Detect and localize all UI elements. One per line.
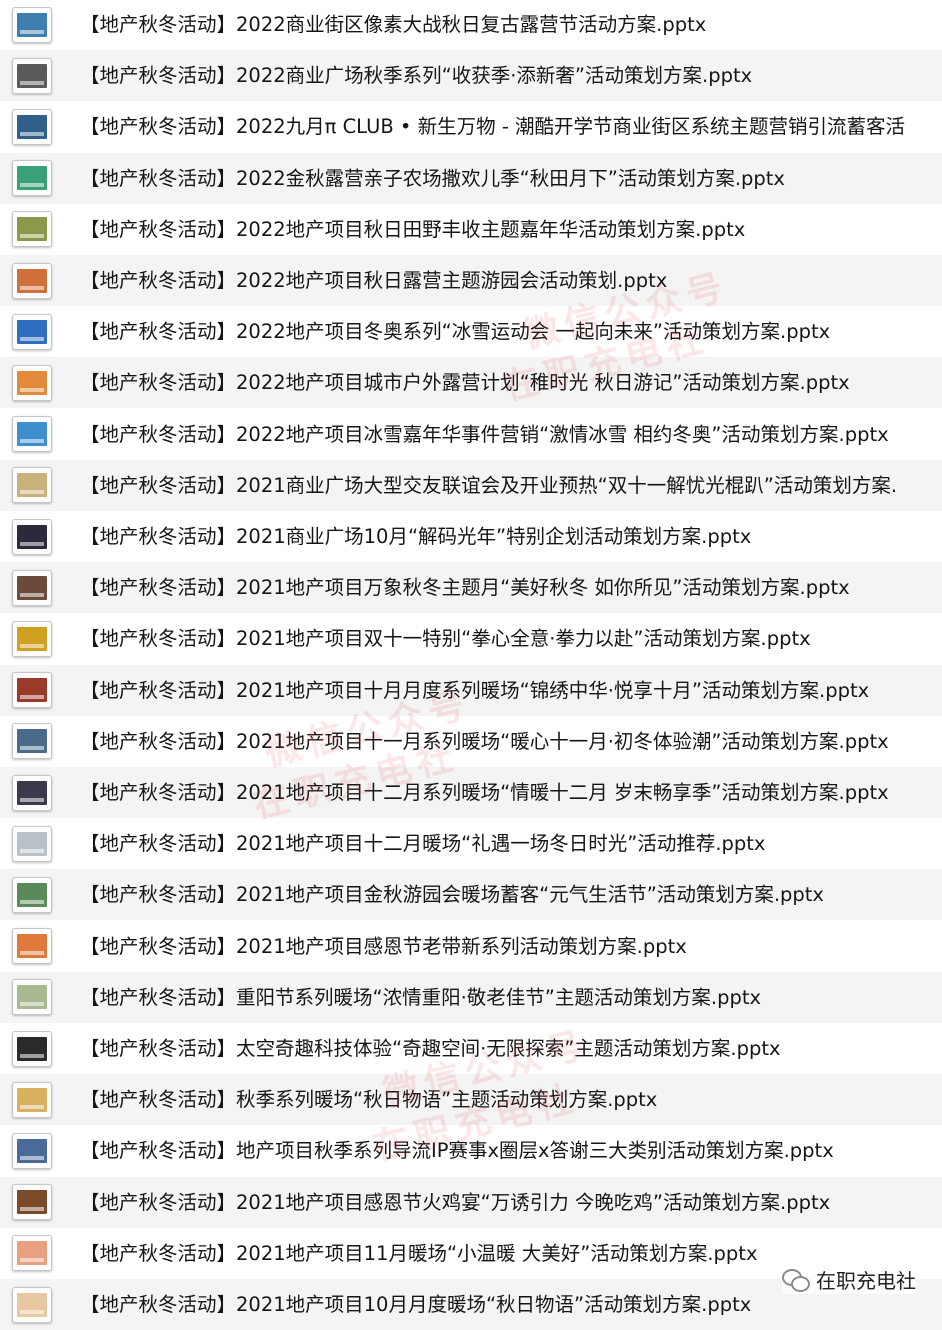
pptx-thumbnail-icon[interactable] <box>12 1081 52 1118</box>
file-row[interactable]: 【地产秋冬活动】2022地产项目城市户外露营计划“稚时光 秋日游记”活动策划方案… <box>0 357 942 409</box>
file-name[interactable]: 【地产秋冬活动】2022地产项目冬奥系列“冰雪运动会 一起向未来”活动策划方案.… <box>80 306 830 357</box>
file-name[interactable]: 【地产秋冬活动】太空奇趣科技体验“奇趣空间·无限探索”主题活动策划方案.pptx <box>80 1023 781 1074</box>
file-row[interactable]: 【地产秋冬活动】地产项目秋季系列导流IP赛事x圈层x答谢三大类别活动策划方案.p… <box>0 1125 942 1176</box>
pptx-thumbnail-icon[interactable] <box>12 723 52 760</box>
file-name[interactable]: 【地产秋冬活动】2021地产项目十二月系列暖场“情暖十二月 岁末畅享季”活动策划… <box>80 767 889 818</box>
file-name[interactable]: 【地产秋冬活动】2021商业广场大型交友联谊会及开业预热“双十一解忧光棍趴”活动… <box>80 460 897 511</box>
wechat-icon <box>782 1268 810 1292</box>
file-name[interactable]: 【地产秋冬活动】2021地产项目11月暖场“小温暖 大美好”活动策划方案.ppt… <box>80 1228 757 1279</box>
pptx-thumbnail-icon[interactable] <box>12 160 52 197</box>
file-row[interactable]: 【地产秋冬活动】太空奇趣科技体验“奇趣空间·无限探索”主题活动策划方案.pptx <box>0 1023 942 1074</box>
file-name[interactable]: 【地产秋冬活动】2022商业广场秋季系列“收获季·添新奢”活动策划方案.pptx <box>80 50 752 101</box>
file-name[interactable]: 【地产秋冬活动】秋季系列暖场“秋日物语”主题活动策划方案.pptx <box>80 1074 657 1125</box>
file-row[interactable]: 【地产秋冬活动】2022地产项目冬奥系列“冰雪运动会 一起向未来”活动策划方案.… <box>0 306 942 357</box>
pptx-thumbnail-icon[interactable] <box>12 620 52 657</box>
pptx-thumbnail-icon[interactable] <box>12 313 52 350</box>
file-name[interactable]: 【地产秋冬活动】2021地产项目十二月暖场“礼遇一场冬日时光”活动推荐.pptx <box>80 818 765 869</box>
file-name[interactable]: 【地产秋冬活动】2022地产项目冰雪嘉年华事件营销“激情冰雪 相约冬奥”活动策划… <box>80 409 889 460</box>
file-row[interactable]: 【地产秋冬活动】2022地产项目秋日田野丰收主题嘉年华活动策划方案.pptx <box>0 204 942 255</box>
file-name[interactable]: 【地产秋冬活动】地产项目秋季系列导流IP赛事x圈层x答谢三大类别活动策划方案.p… <box>80 1125 834 1176</box>
file-name[interactable]: 【地产秋冬活动】2021地产项目万象秋冬主题月“美好秋冬 如你所见”活动策划方案… <box>80 562 850 613</box>
brand-text: 在职充电社 <box>816 1269 916 1293</box>
pptx-thumbnail-icon[interactable] <box>12 108 52 145</box>
pptx-thumbnail-icon[interactable] <box>12 364 52 401</box>
file-name[interactable]: 【地产秋冬活动】2022地产项目城市户外露营计划“稚时光 秋日游记”活动策划方案… <box>80 357 850 408</box>
pptx-thumbnail-icon[interactable] <box>12 1235 52 1272</box>
pptx-thumbnail-icon[interactable] <box>12 1286 52 1323</box>
pptx-thumbnail-icon[interactable] <box>12 569 52 606</box>
pptx-thumbnail-icon[interactable] <box>12 1030 52 1067</box>
file-name[interactable]: 【地产秋冬活动】2022九月π CLUB • 新生万物 - 潮酷开学节商业街区系… <box>80 101 905 152</box>
file-name[interactable]: 【地产秋冬活动】2021地产项目十一月系列暖场“暖心十一月·初冬体验潮”活动策划… <box>80 716 889 767</box>
file-name[interactable]: 【地产秋冬活动】2022地产项目秋日田野丰收主题嘉年华活动策划方案.pptx <box>80 204 745 255</box>
file-row[interactable]: 【地产秋冬活动】2021地产项目万象秋冬主题月“美好秋冬 如你所见”活动策划方案… <box>0 562 942 614</box>
file-name[interactable]: 【地产秋冬活动】2022地产项目秋日露营主题游园会活动策划.pptx <box>80 255 667 306</box>
file-name[interactable]: 【地产秋冬活动】2021地产项目十月月度系列暖场“锦绣中华·悦享十月”活动策划方… <box>80 665 869 716</box>
pptx-thumbnail-icon[interactable] <box>12 467 52 504</box>
file-row[interactable]: 【地产秋冬活动】2022商业街区像素大战秋日复古露营节活动方案.pptx <box>0 0 942 50</box>
brand-badge: 在职充电社 <box>782 1265 916 1294</box>
file-name[interactable]: 【地产秋冬活动】2022商业街区像素大战秋日复古露营节活动方案.pptx <box>80 0 706 50</box>
file-row[interactable]: 【地产秋冬活动】2021地产项目感恩节火鸡宴“万诱引力 今晚吃鸡”活动策划方案.… <box>0 1176 942 1228</box>
file-name[interactable]: 【地产秋冬活动】2021商业广场10月“解码光年”特别企划活动策划方案.pptx <box>80 511 751 562</box>
file-name[interactable]: 【地产秋冬活动】2021地产项目感恩节火鸡宴“万诱引力 今晚吃鸡”活动策划方案.… <box>80 1177 830 1228</box>
file-row[interactable]: 【地产秋冬活动】2021地产项目感恩节老带新系列活动策划方案.pptx <box>0 921 942 972</box>
file-row[interactable]: 【地产秋冬活动】2022地产项目冰雪嘉年华事件营销“激情冰雪 相约冬奥”活动策划… <box>0 409 942 460</box>
file-row[interactable]: 【地产秋冬活动】秋季系列暖场“秋日物语”主题活动策划方案.pptx <box>0 1074 942 1126</box>
file-name[interactable]: 【地产秋冬活动】2021地产项目双十一特别“拳心全意·拳力以赴”活动策划方案.p… <box>80 613 811 664</box>
pptx-thumbnail-icon[interactable] <box>12 774 52 811</box>
pptx-thumbnail-icon[interactable] <box>12 416 52 453</box>
pptx-thumbnail-icon[interactable] <box>12 57 52 94</box>
pptx-thumbnail-icon[interactable] <box>12 518 52 555</box>
file-name[interactable]: 【地产秋冬活动】重阳节系列暖场“浓情重阳·敬老佳节”主题活动策划方案.pptx <box>80 972 761 1023</box>
pptx-thumbnail-icon[interactable] <box>12 876 52 913</box>
file-row[interactable]: 【地产秋冬活动】2021地产项目十二月暖场“礼遇一场冬日时光”活动推荐.pptx <box>0 818 942 869</box>
pptx-thumbnail-icon[interactable] <box>12 1184 52 1221</box>
file-name[interactable]: 【地产秋冬活动】2021地产项目金秋游园会暖场蓄客“元气生活节”活动策划方案.p… <box>80 869 824 920</box>
file-list: 【地产秋冬活动】2022商业街区像素大战秋日复古露营节活动方案.pptx 【地产秋… <box>0 0 942 1330</box>
file-row[interactable]: 【地产秋冬活动】2021地产项目双十一特别“拳心全意·拳力以赴”活动策划方案.p… <box>0 613 942 664</box>
pptx-thumbnail-icon[interactable] <box>12 825 52 862</box>
file-row[interactable]: 【地产秋冬活动】2022九月π CLUB • 新生万物 - 潮酷开学节商业街区系… <box>0 101 942 152</box>
file-row[interactable]: 【地产秋冬活动】2022商业广场秋季系列“收获季·添新奢”活动策划方案.pptx <box>0 50 942 102</box>
file-row[interactable]: 【地产秋冬活动】2021商业广场大型交友联谊会及开业预热“双十一解忧光棍趴”活动… <box>0 459 942 511</box>
file-row[interactable]: 【地产秋冬活动】2022地产项目秋日露营主题游园会活动策划.pptx <box>0 255 942 306</box>
file-row[interactable]: 【地产秋冬活动】2021地产项目十一月系列暖场“暖心十一月·初冬体验潮”活动策划… <box>0 716 942 767</box>
file-row[interactable]: 【地产秋冬活动】2021地产项目十二月系列暖场“情暖十二月 岁末畅享季”活动策划… <box>0 767 942 818</box>
pptx-thumbnail-icon[interactable] <box>12 672 52 709</box>
file-row[interactable]: 【地产秋冬活动】2021地产项目十月月度系列暖场“锦绣中华·悦享十月”活动策划方… <box>0 664 942 716</box>
file-row[interactable]: 【地产秋冬活动】2022金秋露营亲子农场撒欢儿季“秋田月下”活动策划方案.ppt… <box>0 152 942 204</box>
pptx-thumbnail-icon[interactable] <box>12 979 52 1016</box>
file-name[interactable]: 【地产秋冬活动】2021地产项目感恩节老带新系列活动策划方案.pptx <box>80 921 687 972</box>
file-row[interactable]: 【地产秋冬活动】2021地产项目金秋游园会暖场蓄客“元气生活节”活动策划方案.p… <box>0 869 942 921</box>
file-name[interactable]: 【地产秋冬活动】2022金秋露营亲子农场撒欢儿季“秋田月下”活动策划方案.ppt… <box>80 153 785 204</box>
pptx-thumbnail-icon[interactable] <box>12 262 52 299</box>
file-name[interactable]: 【地产秋冬活动】2021地产项目10月月度暖场“秋日物语”活动策划方案.pptx <box>80 1279 751 1330</box>
pptx-thumbnail-icon[interactable] <box>12 6 52 43</box>
pptx-thumbnail-icon[interactable] <box>12 928 52 965</box>
pptx-thumbnail-icon[interactable] <box>12 211 52 248</box>
file-row[interactable]: 【地产秋冬活动】重阳节系列暖场“浓情重阳·敬老佳节”主题活动策划方案.pptx <box>0 971 942 1023</box>
file-row[interactable]: 【地产秋冬活动】2021商业广场10月“解码光年”特别企划活动策划方案.pptx <box>0 511 942 562</box>
pptx-thumbnail-icon[interactable] <box>12 1132 52 1169</box>
